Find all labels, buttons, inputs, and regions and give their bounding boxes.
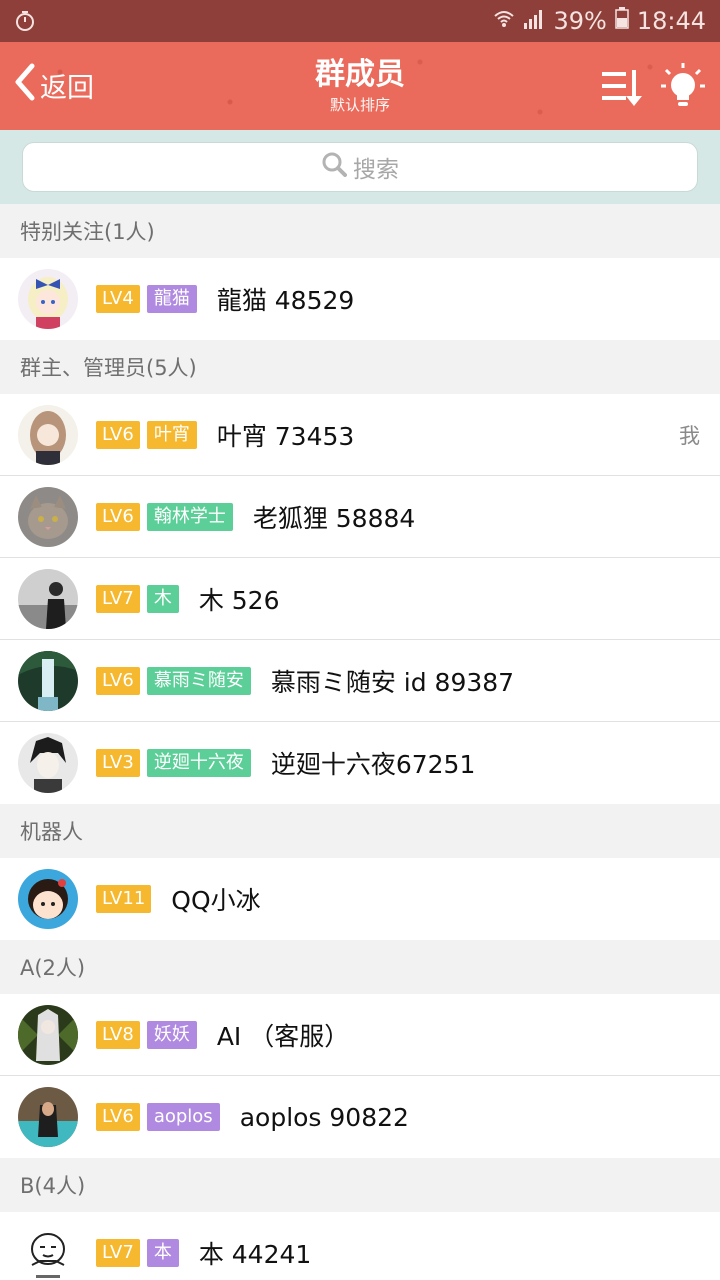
avatar[interactable] bbox=[18, 404, 78, 465]
list-item[interactable]: LV6 慕雨ミ随安 慕雨ミ随安 id 89387 bbox=[0, 640, 720, 722]
member-name: 龍猫 48529 bbox=[216, 286, 355, 315]
search-placeholder: 搜索 bbox=[353, 157, 399, 183]
sort-button[interactable] bbox=[600, 66, 644, 110]
member-name: 叶宵 73453 bbox=[216, 421, 355, 451]
signal-icon bbox=[523, 0, 545, 42]
list-item[interactable]: LV4 龍猫 龍猫 48529 bbox=[0, 258, 720, 340]
clock: 18:44 bbox=[636, 7, 706, 35]
avatar[interactable] bbox=[18, 568, 78, 629]
level-badge: LV6 bbox=[96, 1103, 140, 1131]
wifi-icon bbox=[493, 0, 515, 42]
level-badge: LV6 bbox=[96, 502, 140, 531]
member-name: 老狐狸 58884 bbox=[252, 503, 416, 533]
title-tag: 翰林学士 bbox=[146, 502, 233, 531]
avatar[interactable] bbox=[18, 1004, 78, 1065]
section-header-a: A(2人) bbox=[0, 940, 720, 994]
level-badge: LV3 bbox=[96, 749, 140, 777]
avatar[interactable] bbox=[18, 869, 78, 929]
list-item[interactable]: LV7 木 木 526 bbox=[0, 558, 720, 640]
search-input[interactable]: 搜索 bbox=[22, 142, 698, 192]
title-tag: aoplos bbox=[146, 1103, 220, 1131]
lightbulb-icon bbox=[660, 63, 706, 114]
member-name: AI （客服） bbox=[216, 1021, 350, 1051]
member-name: QQ小冰 bbox=[171, 886, 261, 915]
list-item[interactable]: LV11 QQ小冰 bbox=[0, 858, 720, 940]
list-item[interactable]: LV3 逆廻十六夜 逆廻十六夜67251 bbox=[0, 722, 720, 804]
section-header-special: 特别关注(1人) bbox=[0, 204, 720, 258]
title-tag: 妖妖 bbox=[146, 1020, 197, 1049]
timer-icon bbox=[14, 10, 36, 32]
battery-text: 39% bbox=[553, 7, 607, 35]
title-tag: 叶宵 bbox=[146, 420, 197, 449]
list-item[interactable]: LV6 叶宵 叶宵 73453 我 bbox=[0, 394, 720, 476]
level-badge: LV7 bbox=[96, 584, 140, 613]
title-tag: 逆廻十六夜 bbox=[146, 749, 251, 777]
search-area: 搜索 bbox=[0, 130, 720, 204]
me-indicator: 我 bbox=[679, 423, 700, 448]
member-name: 木 526 bbox=[198, 585, 280, 615]
sort-icon bbox=[600, 70, 644, 114]
member-name: aoplos 90822 bbox=[239, 1102, 409, 1132]
section-header-b: B(4人) bbox=[0, 1158, 720, 1212]
list-item[interactable]: LV8 妖妖 AI （客服） bbox=[0, 994, 720, 1076]
title-bar: 返回 群成员 默认排序 bbox=[0, 42, 720, 130]
avatar[interactable] bbox=[18, 1087, 78, 1147]
list-item[interactable]: LV7 本 本 44241 bbox=[0, 1212, 720, 1280]
avatar[interactable] bbox=[18, 733, 78, 793]
search-icon bbox=[321, 151, 353, 183]
level-badge: LV8 bbox=[96, 1020, 140, 1049]
avatar[interactable] bbox=[18, 1223, 78, 1280]
title-tag: 龍猫 bbox=[146, 285, 197, 313]
level-badge: LV7 bbox=[96, 1239, 140, 1267]
avatar[interactable] bbox=[18, 486, 78, 547]
level-badge: LV6 bbox=[96, 420, 140, 449]
status-bar: 39% 18:44 bbox=[0, 0, 720, 42]
member-list: 特别关注(1人) LV4 龍猫 龍猫 48529 群主、管理员(5人) LV6 … bbox=[0, 204, 720, 1280]
list-item[interactable]: LV6 aoplos aoplos 90822 bbox=[0, 1076, 720, 1158]
list-item[interactable]: LV6 翰林学士 老狐狸 58884 bbox=[0, 476, 720, 558]
member-name: 逆廻十六夜67251 bbox=[270, 750, 476, 779]
member-name: 慕雨ミ随安 id 89387 bbox=[270, 667, 515, 697]
level-badge: LV11 bbox=[96, 885, 152, 913]
section-header-admins: 群主、管理员(5人) bbox=[0, 340, 720, 394]
level-badge: LV4 bbox=[96, 285, 140, 313]
avatar[interactable] bbox=[18, 650, 78, 711]
level-badge: LV6 bbox=[96, 666, 140, 695]
title-tag: 本 bbox=[146, 1239, 179, 1267]
member-name: 本 44241 bbox=[198, 1240, 312, 1269]
lightbulb-button[interactable] bbox=[660, 62, 706, 110]
title-tag: 木 bbox=[146, 584, 179, 613]
title-tag: 慕雨ミ随安 bbox=[146, 666, 251, 695]
battery-icon bbox=[615, 0, 629, 42]
avatar[interactable] bbox=[18, 269, 78, 329]
section-header-bots: 机器人 bbox=[0, 804, 720, 858]
